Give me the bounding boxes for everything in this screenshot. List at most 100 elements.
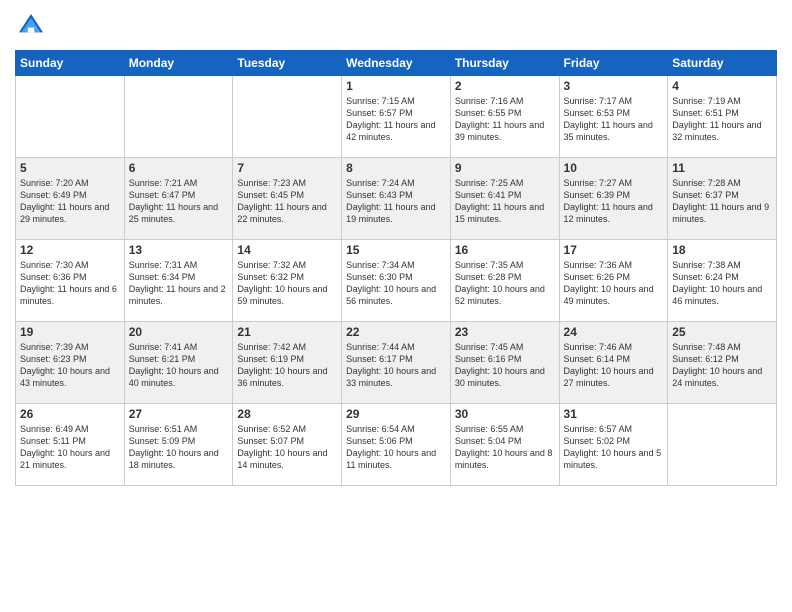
day-info: Sunrise: 7:30 AM Sunset: 6:36 PM Dayligh… <box>20 259 120 308</box>
day-number: 5 <box>20 161 120 175</box>
calendar-cell: 17 Sunrise: 7:36 AM Sunset: 6:26 PM Dayli… <box>559 240 668 322</box>
day-number: 7 <box>237 161 337 175</box>
day-info: Sunrise: 6:57 AM Sunset: 5:02 PM Dayligh… <box>564 423 664 472</box>
day-number: 30 <box>455 407 555 421</box>
calendar-cell: 6 Sunrise: 7:21 AM Sunset: 6:47 PM Daylig… <box>124 158 233 240</box>
calendar-cell: 4Sunrise: 7:19 AM Sunset: 6:51 PM Daylig… <box>668 76 777 158</box>
calendar-cell: 15Sunrise: 7:34 AM Sunset: 6:30 PM Dayli… <box>342 240 451 322</box>
calendar-week-5: 26 Sunrise: 6:49 AM Sunset: 5:11 PM Dayli… <box>16 404 777 486</box>
day-number: 21 <box>237 325 337 339</box>
page: SundayMondayTuesdayWednesdayThursdayFrid… <box>0 0 792 612</box>
header <box>15 10 777 42</box>
day-info: Sunrise: 7:17 AM Sunset: 6:53 PM Dayligh… <box>564 95 664 144</box>
calendar-week-4: 19 Sunrise: 7:39 AM Sunset: 6:23 PM Dayli… <box>16 322 777 404</box>
calendar: SundayMondayTuesdayWednesdayThursdayFrid… <box>15 50 777 486</box>
day-info: Sunrise: 7:20 AM Sunset: 6:49 PM Dayligh… <box>20 177 120 226</box>
day-info: Sunrise: 6:52 AM Sunset: 5:07 PM Dayligh… <box>237 423 337 472</box>
calendar-cell <box>233 76 342 158</box>
calendar-cell: 14Sunrise: 7:32 AM Sunset: 6:32 PM Dayli… <box>233 240 342 322</box>
calendar-week-3: 12 Sunrise: 7:30 AM Sunset: 6:36 PM Dayli… <box>16 240 777 322</box>
calendar-cell: 12 Sunrise: 7:30 AM Sunset: 6:36 PM Dayli… <box>16 240 125 322</box>
day-number: 28 <box>237 407 337 421</box>
weekday-header-tuesday: Tuesday <box>233 51 342 76</box>
day-number: 29 <box>346 407 446 421</box>
weekday-header-row: SundayMondayTuesdayWednesdayThursdayFrid… <box>16 51 777 76</box>
day-number: 31 <box>564 407 664 421</box>
calendar-cell: 23 Sunrise: 7:45 AM Sunset: 6:16 PM Dayli… <box>450 322 559 404</box>
day-number: 12 <box>20 243 120 257</box>
calendar-header: SundayMondayTuesdayWednesdayThursdayFrid… <box>16 51 777 76</box>
day-number: 18 <box>672 243 772 257</box>
day-number: 17 <box>564 243 664 257</box>
day-info: Sunrise: 7:31 AM Sunset: 6:34 PM Dayligh… <box>129 259 229 308</box>
day-number: 20 <box>129 325 229 339</box>
day-info: Sunrise: 7:36 AM Sunset: 6:26 PM Dayligh… <box>564 259 664 308</box>
day-info: Sunrise: 7:27 AM Sunset: 6:39 PM Dayligh… <box>564 177 664 226</box>
day-number: 3 <box>564 79 664 93</box>
calendar-cell: 20 Sunrise: 7:41 AM Sunset: 6:21 PM Dayli… <box>124 322 233 404</box>
day-info: Sunrise: 7:34 AM Sunset: 6:30 PM Dayligh… <box>346 259 446 308</box>
calendar-cell: 29 Sunrise: 6:54 AM Sunset: 5:06 PM Dayli… <box>342 404 451 486</box>
calendar-cell <box>16 76 125 158</box>
calendar-cell: 21Sunrise: 7:42 AM Sunset: 6:19 PM Dayli… <box>233 322 342 404</box>
calendar-cell: 22Sunrise: 7:44 AM Sunset: 6:17 PM Dayli… <box>342 322 451 404</box>
weekday-header-thursday: Thursday <box>450 51 559 76</box>
day-info: Sunrise: 6:49 AM Sunset: 5:11 PM Dayligh… <box>20 423 120 472</box>
day-number: 25 <box>672 325 772 339</box>
day-info: Sunrise: 7:24 AM Sunset: 6:43 PM Dayligh… <box>346 177 446 226</box>
calendar-cell: 9 Sunrise: 7:25 AM Sunset: 6:41 PM Daylig… <box>450 158 559 240</box>
calendar-cell: 8Sunrise: 7:24 AM Sunset: 6:43 PM Daylig… <box>342 158 451 240</box>
day-info: Sunrise: 7:21 AM Sunset: 6:47 PM Dayligh… <box>129 177 229 226</box>
calendar-body: 1 Sunrise: 7:15 AM Sunset: 6:57 PM Daylig… <box>16 76 777 486</box>
day-info: Sunrise: 7:16 AM Sunset: 6:55 PM Dayligh… <box>455 95 555 144</box>
calendar-cell: 13 Sunrise: 7:31 AM Sunset: 6:34 PM Dayli… <box>124 240 233 322</box>
weekday-header-wednesday: Wednesday <box>342 51 451 76</box>
calendar-cell: 26 Sunrise: 6:49 AM Sunset: 5:11 PM Dayli… <box>16 404 125 486</box>
day-number: 26 <box>20 407 120 421</box>
day-info: Sunrise: 7:15 AM Sunset: 6:57 PM Dayligh… <box>346 95 446 144</box>
weekday-header-friday: Friday <box>559 51 668 76</box>
day-number: 13 <box>129 243 229 257</box>
day-number: 4 <box>672 79 772 93</box>
day-number: 10 <box>564 161 664 175</box>
day-number: 1 <box>346 79 446 93</box>
day-number: 22 <box>346 325 446 339</box>
weekday-header-saturday: Saturday <box>668 51 777 76</box>
calendar-cell: 1 Sunrise: 7:15 AM Sunset: 6:57 PM Daylig… <box>342 76 451 158</box>
day-info: Sunrise: 7:45 AM Sunset: 6:16 PM Dayligh… <box>455 341 555 390</box>
calendar-cell: 19 Sunrise: 7:39 AM Sunset: 6:23 PM Dayli… <box>16 322 125 404</box>
calendar-cell: 25 Sunrise: 7:48 AM Sunset: 6:12 PM Dayli… <box>668 322 777 404</box>
day-info: Sunrise: 6:55 AM Sunset: 5:04 PM Dayligh… <box>455 423 555 472</box>
calendar-cell: 2Sunrise: 7:16 AM Sunset: 6:55 PM Daylig… <box>450 76 559 158</box>
day-info: Sunrise: 7:23 AM Sunset: 6:45 PM Dayligh… <box>237 177 337 226</box>
calendar-cell: 5 Sunrise: 7:20 AM Sunset: 6:49 PM Daylig… <box>16 158 125 240</box>
day-number: 19 <box>20 325 120 339</box>
day-number: 27 <box>129 407 229 421</box>
day-number: 9 <box>455 161 555 175</box>
day-info: Sunrise: 7:41 AM Sunset: 6:21 PM Dayligh… <box>129 341 229 390</box>
day-info: Sunrise: 7:48 AM Sunset: 6:12 PM Dayligh… <box>672 341 772 390</box>
calendar-cell: 7 Sunrise: 7:23 AM Sunset: 6:45 PM Daylig… <box>233 158 342 240</box>
day-number: 23 <box>455 325 555 339</box>
weekday-header-sunday: Sunday <box>16 51 125 76</box>
calendar-cell: 10 Sunrise: 7:27 AM Sunset: 6:39 PM Dayli… <box>559 158 668 240</box>
day-info: Sunrise: 7:38 AM Sunset: 6:24 PM Dayligh… <box>672 259 772 308</box>
calendar-cell: 18 Sunrise: 7:38 AM Sunset: 6:24 PM Dayli… <box>668 240 777 322</box>
logo <box>15 10 51 42</box>
logo-icon <box>15 10 47 42</box>
calendar-cell <box>124 76 233 158</box>
day-number: 11 <box>672 161 772 175</box>
calendar-cell: 28 Sunrise: 6:52 AM Sunset: 5:07 PM Dayli… <box>233 404 342 486</box>
day-info: Sunrise: 7:28 AM Sunset: 6:37 PM Dayligh… <box>672 177 772 226</box>
calendar-cell: 11 Sunrise: 7:28 AM Sunset: 6:37 PM Dayli… <box>668 158 777 240</box>
day-number: 6 <box>129 161 229 175</box>
calendar-cell: 31 Sunrise: 6:57 AM Sunset: 5:02 PM Dayli… <box>559 404 668 486</box>
calendar-cell: 3 Sunrise: 7:17 AM Sunset: 6:53 PM Daylig… <box>559 76 668 158</box>
day-info: Sunrise: 6:54 AM Sunset: 5:06 PM Dayligh… <box>346 423 446 472</box>
day-info: Sunrise: 7:39 AM Sunset: 6:23 PM Dayligh… <box>20 341 120 390</box>
day-number: 16 <box>455 243 555 257</box>
day-info: Sunrise: 7:46 AM Sunset: 6:14 PM Dayligh… <box>564 341 664 390</box>
day-info: Sunrise: 7:32 AM Sunset: 6:32 PM Dayligh… <box>237 259 337 308</box>
day-info: Sunrise: 7:35 AM Sunset: 6:28 PM Dayligh… <box>455 259 555 308</box>
day-info: Sunrise: 7:25 AM Sunset: 6:41 PM Dayligh… <box>455 177 555 226</box>
